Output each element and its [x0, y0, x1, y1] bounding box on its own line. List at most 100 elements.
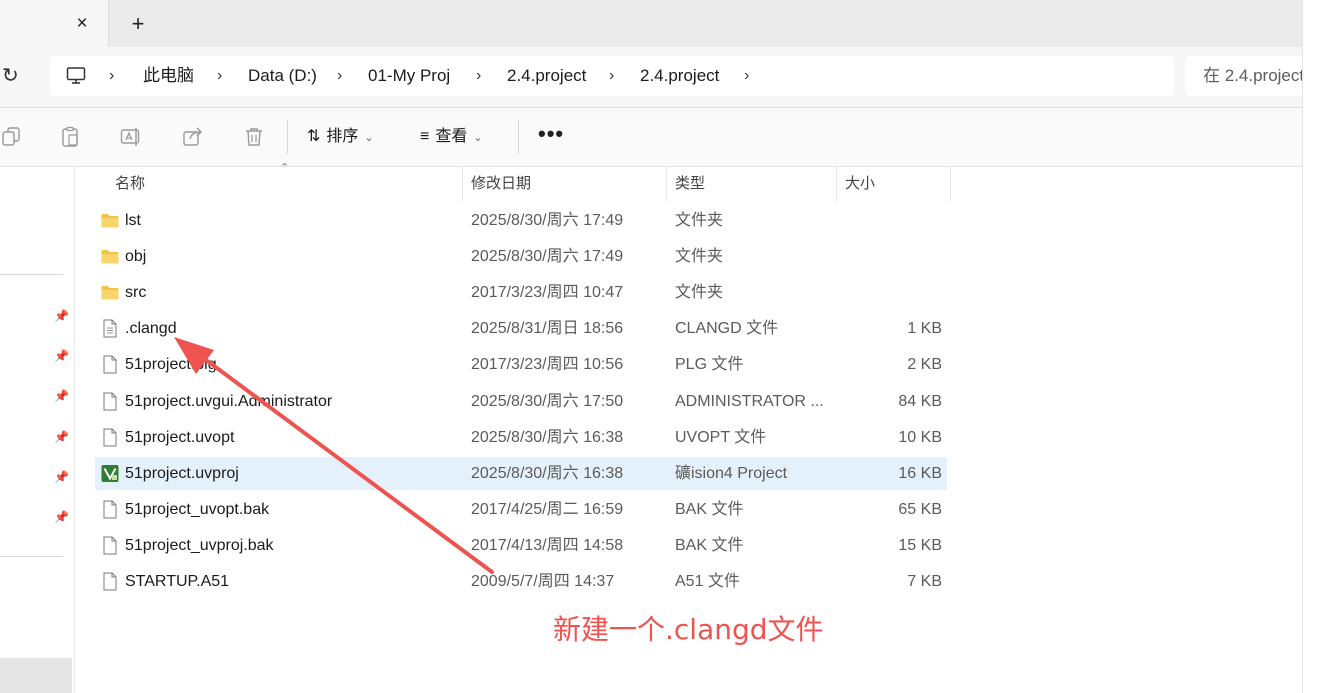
file-row[interactable]: .clangd 2025/8/31/周日 18:56 CLANGD 文件 1 KB: [95, 312, 947, 345]
breadcrumb-item[interactable]: 01-My Proj: [368, 56, 450, 96]
file-row[interactable]: obj 2025/8/30/周六 17:49 文件夹: [95, 240, 947, 273]
file-row[interactable]: 51project.uvgui.Administrator 2025/8/30/周…: [95, 385, 947, 418]
column-type-header[interactable]: 类型: [675, 167, 705, 201]
file-date: 2025/8/30/周六 16:38: [471, 428, 624, 446]
delete-icon[interactable]: [242, 125, 266, 149]
file-type: UVOPT 文件: [675, 428, 767, 446]
file-row[interactable]: 51project.uvopt 2025/8/30/周六 16:38 UVOPT 文…: [95, 421, 947, 454]
address-row: ↻ › 此电脑 › Data (D:) › 01-My Proj › 2.4.p…: [0, 47, 1302, 108]
pin-icon[interactable]: 📌: [54, 430, 69, 444]
pin-icon[interactable]: 📌: [54, 349, 69, 363]
file-row[interactable]: STARTUP.A51 2009/5/7/周四 14:37 A51 文件 7 KB: [95, 565, 947, 598]
window-edge: [1302, 0, 1329, 693]
folder-icon: [101, 283, 119, 302]
file-size: [822, 276, 942, 309]
breadcrumb-item[interactable]: 此电脑: [143, 56, 194, 96]
column-name-header[interactable]: 名称: [115, 167, 145, 201]
breadcrumb-item[interactable]: 2.4.project: [640, 56, 719, 96]
close-tab-icon[interactable]: ×: [72, 12, 92, 36]
file-row[interactable]: 51project.plg 2017/3/23/周四 10:56 PLG 文件 2 K…: [95, 348, 947, 381]
file-date: 2009/5/7/周四 14:37: [471, 573, 615, 590]
more-options-icon[interactable]: •••: [538, 122, 563, 152]
sort-label: 排序: [326, 128, 359, 145]
file-size: 65 KB: [898, 500, 942, 518]
file-name: 51project.uvopt: [125, 428, 235, 446]
this-pc-icon[interactable]: [66, 66, 86, 86]
address-bar[interactable]: › 此电脑 › Data (D:) › 01-My Proj › 2.4.pro…: [50, 56, 1174, 96]
column-divider[interactable]: [462, 167, 463, 201]
file-name: STARTUP.A51: [125, 573, 230, 590]
breadcrumb-item[interactable]: 2.4.project: [507, 56, 586, 96]
file-name: 51project.uvgui.Administrator: [125, 392, 333, 410]
file-row[interactable]: 51project_uvopt.bak 2017/4/25/周二 16:59 BAK…: [95, 493, 947, 526]
copy-icon[interactable]: [0, 125, 24, 149]
folder-icon: [101, 247, 119, 266]
chevron-down-icon: ⌄: [473, 132, 483, 144]
file-type: 礦ision4 Project: [675, 464, 788, 482]
chevron-right-icon[interactable]: ›: [609, 56, 614, 96]
file-name: 51project_uvproj.bak: [125, 536, 274, 554]
pin-icon[interactable]: 📌: [54, 470, 69, 484]
file-icon: [101, 500, 119, 519]
paste-icon[interactable]: [59, 125, 83, 149]
chevron-right-icon[interactable]: ›: [217, 56, 222, 96]
file-date: 2017/3/23/周四 10:47: [471, 284, 624, 302]
chevron-right-icon[interactable]: ›: [109, 56, 114, 96]
file-row[interactable]: 51project_uvproj.bak 2017/4/13/周四 14:58 BA…: [95, 529, 947, 562]
file-size: 84 KB: [898, 392, 942, 410]
sort-ascending-icon: ⌃: [280, 162, 290, 174]
column-header: ⌃ 名称 修改日期 类型 大小: [75, 162, 951, 201]
folder-icon: [101, 211, 119, 230]
file-date: 2025/8/30/周六 16:38: [471, 464, 624, 482]
file-size: [822, 240, 942, 273]
chevron-right-icon[interactable]: ›: [337, 56, 342, 96]
column-divider[interactable]: [836, 167, 837, 201]
column-size-header[interactable]: 大小: [845, 167, 875, 201]
file-type: PLG 文件: [675, 356, 744, 374]
nav-divider: [0, 556, 63, 557]
active-tab[interactable]: ×: [0, 0, 109, 47]
text-file-icon: [101, 319, 119, 338]
file-icon: [101, 355, 119, 374]
file-type: BAK 文件: [675, 500, 744, 518]
pin-icon[interactable]: 📌: [54, 389, 69, 403]
file-size: [822, 204, 942, 237]
file-date: 2017/3/23/周四 10:56: [471, 356, 624, 374]
breadcrumb-item[interactable]: Data (D:): [248, 56, 317, 96]
file-size: 1 KB: [907, 320, 942, 338]
view-icon: ≡: [420, 128, 430, 145]
rename-icon[interactable]: [119, 125, 143, 149]
refresh-icon[interactable]: ↻: [2, 63, 22, 89]
search-input[interactable]: 在 2.4.project 中搜索: [1185, 56, 1302, 96]
file-date: 2025/8/31/周日 18:56: [471, 320, 624, 338]
pin-icon[interactable]: 📌: [54, 309, 69, 323]
file-row[interactable]: 51project.uvproj 2025/8/30/周六 16:38 礦ision…: [95, 456, 947, 490]
sort-button[interactable]: ⇅ 排序 ⌄: [307, 122, 374, 152]
chevron-right-icon[interactable]: ›: [744, 56, 749, 96]
column-divider[interactable]: [950, 167, 951, 201]
sort-icon: ⇅: [307, 128, 321, 145]
nav-item-selected[interactable]: [0, 658, 72, 693]
toolbar-divider: [287, 120, 288, 154]
file-row[interactable]: src 2017/3/23/周四 10:47 文件夹: [95, 276, 947, 309]
pin-icon[interactable]: 📌: [54, 510, 69, 524]
file-date: 2017/4/25/周二 16:59: [471, 500, 624, 518]
chevron-down-icon: ⌄: [364, 132, 374, 144]
file-type: A51 文件: [675, 573, 740, 590]
column-divider[interactable]: [666, 167, 667, 201]
file-size: 2 KB: [907, 356, 942, 374]
file-icon: [101, 536, 119, 555]
command-bar: ⇅ 排序 ⌄ ≡ 查看 ⌄ •••: [0, 108, 1302, 167]
file-name: 51project.uvproj: [125, 464, 239, 482]
view-button[interactable]: ≡ 查看 ⌄: [420, 122, 483, 152]
file-row[interactable]: lst 2025/8/30/周六 17:49 文件夹: [95, 204, 947, 237]
toolbar-divider: [518, 120, 519, 154]
file-type: 文件夹: [675, 284, 724, 302]
chevron-right-icon[interactable]: ›: [476, 56, 481, 96]
file-name: src: [125, 284, 147, 302]
file-icon: [101, 392, 119, 411]
view-label: 查看: [435, 128, 468, 145]
share-icon[interactable]: [181, 125, 205, 149]
new-tab-icon[interactable]: +: [127, 12, 149, 36]
column-date-header[interactable]: 修改日期: [471, 167, 531, 201]
